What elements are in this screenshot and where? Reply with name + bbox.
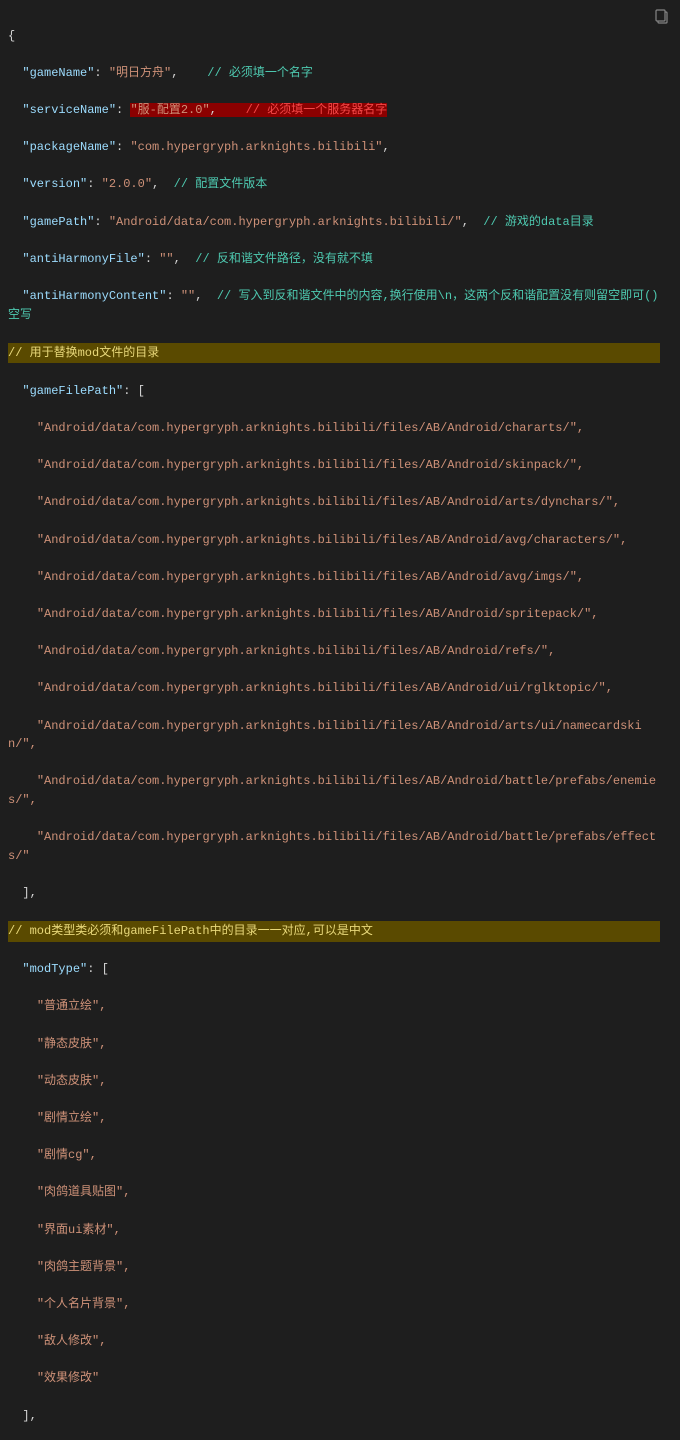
- modtype-0: "普通立绘",: [37, 999, 107, 1013]
- copy-button[interactable]: [654, 8, 670, 28]
- servicename-comment: // 必须填一个服务器名字: [246, 103, 388, 117]
- gamename-val: "明日方舟": [109, 66, 171, 80]
- path-1: "Android/data/com.hypergryph.arknights.b…: [37, 458, 584, 472]
- gamefilepath-key: "gameFilePath": [22, 384, 123, 398]
- modtype-comment: // mod类型类必须和gameFilePath中的目录一一对应,可以是中文: [8, 921, 660, 942]
- antiharmonyfile-key: "antiHarmonyFile": [22, 252, 144, 266]
- gamepath-val: "Android/data/com.hypergryph.arknights.b…: [109, 215, 462, 229]
- path-0: "Android/data/com.hypergryph.arknights.b…: [37, 421, 584, 435]
- path-10: "Android/data/com.hypergryph.arknights.b…: [8, 830, 656, 863]
- modtype-1: "静态皮肤",: [37, 1037, 107, 1051]
- antiharmonyfile-val: "": [159, 252, 173, 266]
- modtype-7: "肉鸽主题背景",: [37, 1260, 131, 1274]
- modtype-5: "肉鸽道具贴图",: [37, 1185, 131, 1199]
- path-5: "Android/data/com.hypergryph.arknights.b…: [37, 607, 599, 621]
- version-val: "2.0.0": [102, 177, 152, 191]
- gamename-comment: // 必须填一个名字: [207, 66, 313, 80]
- main-container: { "gameName": "明日方舟", // 必须填一个名字 "servic…: [0, 0, 680, 1440]
- path-6: "Android/data/com.hypergryph.arknights.b…: [37, 644, 555, 658]
- antiharmonyfile-comment: // 反和谐文件路径，没有就不填: [195, 252, 373, 266]
- modtype-3: "剧情立绘",: [37, 1111, 107, 1125]
- path-8: "Android/data/com.hypergryph.arknights.b…: [8, 719, 642, 752]
- gamepath-key: "gamePath": [22, 215, 94, 229]
- antiharmonycontent-val: "": [181, 289, 195, 303]
- modtype-key: "modType": [22, 962, 87, 976]
- gamename-key: "gameName": [22, 66, 94, 80]
- antiharmonycontent-key: "antiHarmonyContent": [22, 289, 166, 303]
- path-9: "Android/data/com.hypergryph.arknights.b…: [8, 774, 656, 807]
- servicename-key: "serviceName": [22, 103, 116, 117]
- path-2: "Android/data/com.hypergryph.arknights.b…: [37, 495, 620, 509]
- code-content: { "gameName": "明日方舟", // 必须填一个名字 "servic…: [8, 8, 680, 1440]
- modtype-9: "敌人修改",: [37, 1334, 107, 1348]
- modtype-4: "剧情cg",: [37, 1148, 97, 1162]
- version-key: "version": [22, 177, 87, 191]
- version-comment: // 配置文件版本: [174, 177, 268, 191]
- modtype-6: "界面ui素材",: [37, 1223, 121, 1237]
- servicename-val: "服-配置2.0": [130, 103, 209, 117]
- packagename-val: "com.hypergryph.arknights.bilibili": [130, 140, 382, 154]
- path-7: "Android/data/com.hypergryph.arknights.b…: [37, 681, 613, 695]
- gamefilepath-comment: // 用于替换mod文件的目录: [8, 343, 660, 364]
- path-4: "Android/data/com.hypergryph.arknights.b…: [37, 570, 584, 584]
- modtype-2: "动态皮肤",: [37, 1074, 107, 1088]
- packagename-key: "packageName": [22, 140, 116, 154]
- gamepath-comment: // 游戏的data目录: [483, 215, 593, 229]
- modtype-8: "个人名片背景",: [37, 1297, 131, 1311]
- modtype-10: "效果修改": [37, 1371, 99, 1385]
- path-3: "Android/data/com.hypergryph.arknights.b…: [37, 533, 628, 547]
